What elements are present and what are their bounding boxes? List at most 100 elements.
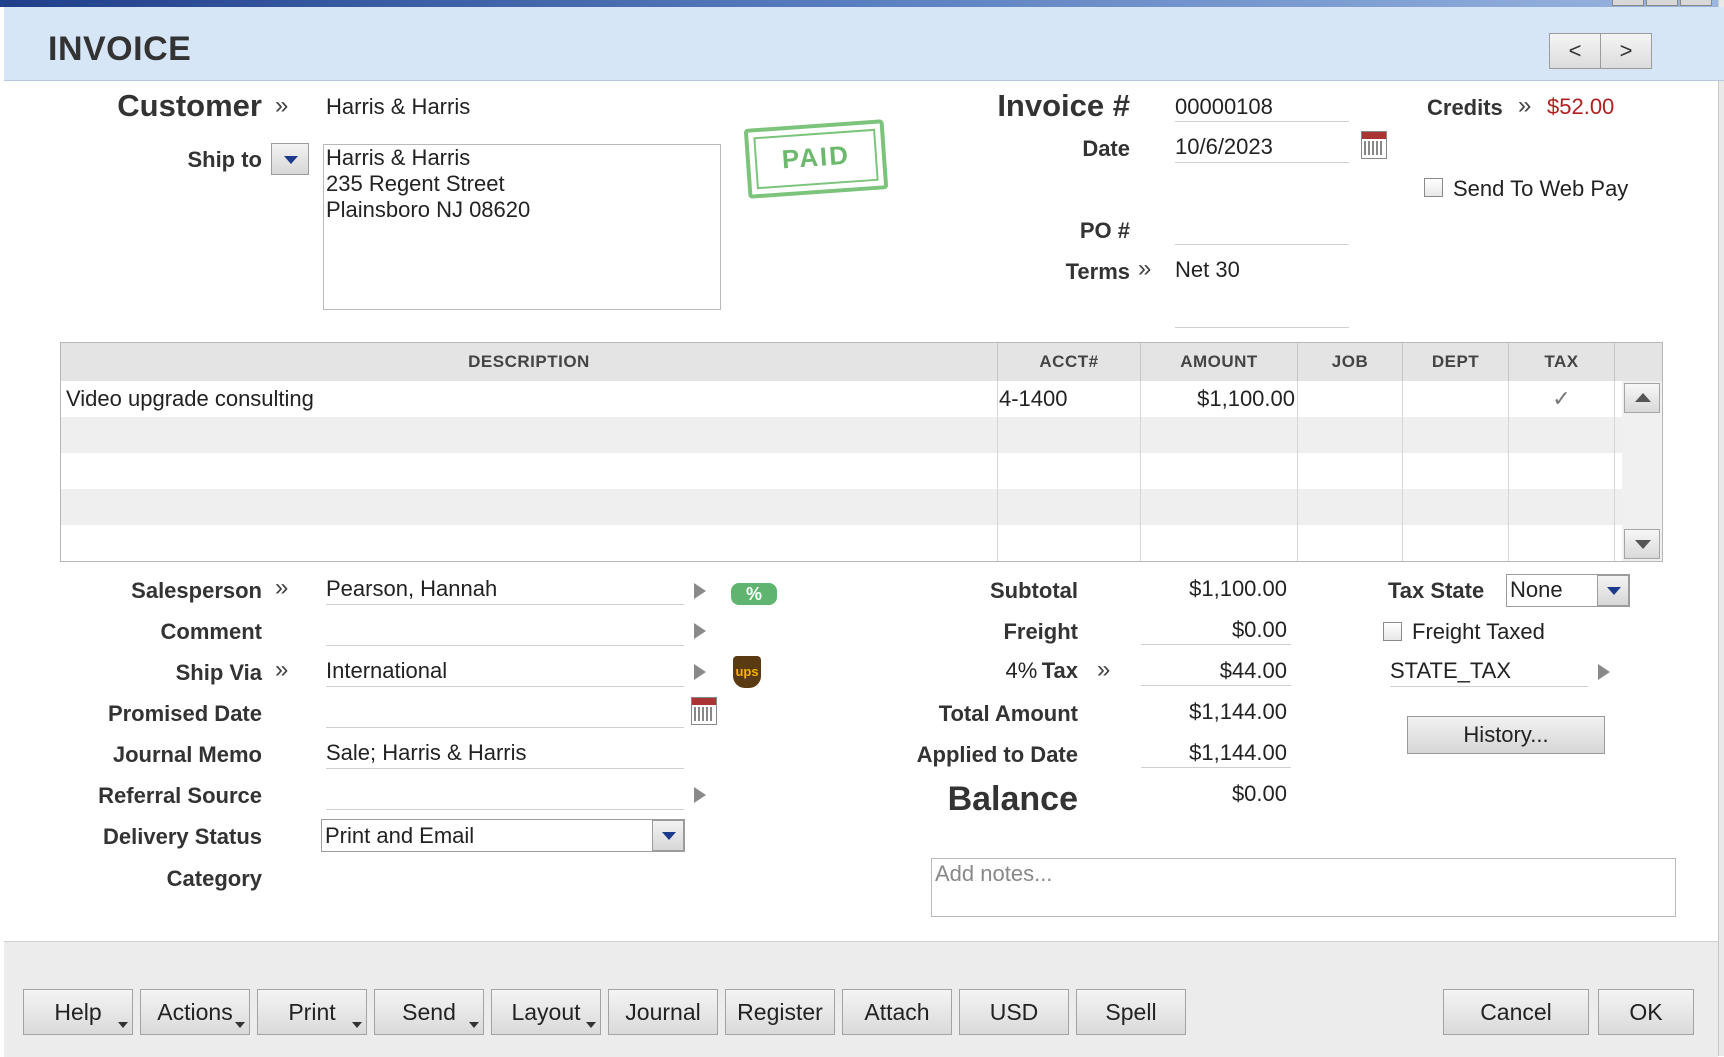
journal-button[interactable]: Journal	[608, 989, 718, 1035]
window-title-bar	[0, 0, 1724, 7]
salesperson-details-arrow-icon[interactable]	[694, 583, 706, 599]
cell-acct[interactable]: 4-1400	[998, 381, 1141, 417]
credits-lookup-icon[interactable]: »	[1518, 92, 1531, 120]
total-amount-value: $1,144.00	[1189, 699, 1287, 724]
page-title: INVOICE	[48, 30, 192, 68]
layout-button-label: Layout	[511, 999, 581, 1025]
cell-tax-check-icon[interactable]: ✓	[1509, 381, 1615, 417]
help-button-label: Help	[54, 999, 102, 1025]
total-amount-label: Total Amount	[938, 701, 1078, 726]
layout-menu-chevron-icon	[586, 1022, 596, 1028]
comment-field[interactable]	[326, 617, 684, 646]
ship-to-address-box[interactable]: Harris & Harris 235 Regent Street Plains…	[323, 144, 721, 310]
scroll-up-button[interactable]	[1624, 383, 1660, 413]
subtotal-label: Subtotal	[990, 578, 1078, 603]
tax-state-select[interactable]: None	[1506, 574, 1630, 607]
ship-via-lookup-icon[interactable]: »	[275, 656, 288, 684]
tax-state-value: None	[1510, 577, 1563, 602]
tax-state-dropdown-button[interactable]	[1597, 575, 1629, 606]
cell-dept[interactable]	[1403, 381, 1509, 417]
salesperson-field[interactable]: Pearson, Hannah	[326, 576, 684, 605]
freight-taxed-label: Freight Taxed	[1412, 619, 1545, 644]
cancel-button[interactable]: Cancel	[1443, 989, 1589, 1035]
register-button[interactable]: Register	[725, 989, 835, 1035]
tax-lookup-icon[interactable]: »	[1097, 656, 1110, 684]
date-field[interactable]: 10/6/2023	[1175, 134, 1349, 163]
promised-date-calendar-icon[interactable]	[691, 697, 717, 725]
delivery-status-dropdown-button[interactable]	[652, 820, 684, 851]
ship-via-field[interactable]: International	[326, 658, 684, 687]
invoice-number-field[interactable]: 00000108	[1175, 94, 1349, 122]
column-header-dept[interactable]: DEPT	[1403, 343, 1509, 381]
column-header-tax[interactable]: TAX	[1509, 343, 1615, 381]
layout-button[interactable]: Layout	[491, 989, 601, 1035]
comment-label: Comment	[160, 619, 262, 644]
currency-button[interactable]: USD	[959, 989, 1069, 1035]
freight-taxed-checkbox[interactable]	[1383, 622, 1402, 641]
cell-amount[interactable]: $1,100.00	[1141, 381, 1298, 417]
actions-button[interactable]: Actions	[140, 989, 250, 1035]
terms-lookup-icon[interactable]: »	[1138, 255, 1151, 283]
maximize-button[interactable]	[1646, 0, 1678, 6]
category-label: Category	[166, 866, 262, 891]
promised-date-label: Promised Date	[107, 701, 262, 726]
actions-button-label: Actions	[157, 999, 233, 1025]
column-header-description[interactable]: DESCRIPTION	[61, 343, 998, 381]
salesperson-lookup-icon[interactable]: »	[275, 574, 288, 602]
tax-rate: 4%	[1005, 658, 1038, 683]
comment-details-arrow-icon[interactable]	[694, 623, 706, 639]
ship-via-details-arrow-icon[interactable]	[694, 664, 706, 680]
delivery-status-select[interactable]: Print and Email	[321, 819, 685, 852]
ship-to-dropdown-button[interactable]	[271, 143, 309, 175]
referral-source-label: Referral Source	[98, 783, 262, 808]
referral-source-field[interactable]	[326, 781, 684, 810]
date-calendar-icon[interactable]	[1361, 131, 1387, 159]
terms-label: Terms	[1065, 259, 1130, 284]
table-row[interactable]	[61, 453, 1622, 489]
freight-field[interactable]: $0.00	[1141, 617, 1291, 645]
next-invoice-button[interactable]: >	[1600, 33, 1652, 69]
ok-button[interactable]: OK	[1598, 989, 1694, 1035]
print-button[interactable]: Print	[257, 989, 367, 1035]
attach-button[interactable]: Attach	[842, 989, 952, 1035]
table-row[interactable]	[61, 417, 1622, 453]
referral-source-details-arrow-icon[interactable]	[694, 787, 706, 803]
column-header-job[interactable]: JOB	[1298, 343, 1403, 381]
applied-to-date-field[interactable]: $1,144.00	[1141, 740, 1291, 768]
previous-invoice-button[interactable]: <	[1549, 33, 1601, 69]
po-number-field[interactable]	[1175, 216, 1349, 245]
cell-job[interactable]	[1298, 381, 1403, 417]
column-header-amount[interactable]: AMOUNT	[1141, 343, 1298, 381]
journal-memo-field[interactable]: Sale; Harris & Harris	[326, 740, 684, 769]
table-row[interactable]: Video upgrade consulting 4-1400 $1,100.0…	[61, 381, 1622, 417]
print-menu-chevron-icon	[352, 1022, 362, 1028]
scroll-down-button[interactable]	[1624, 529, 1660, 559]
column-header-acct[interactable]: ACCT#	[998, 343, 1141, 381]
close-window-button[interactable]	[1680, 0, 1712, 6]
grid-scrollbar[interactable]	[1622, 381, 1662, 561]
tax-code-field[interactable]: STATE_TAX	[1390, 658, 1588, 687]
tax-code-details-arrow-icon[interactable]	[1598, 664, 1610, 680]
ups-logo-icon[interactable]: ups	[733, 656, 761, 688]
commission-percent-icon[interactable]: %	[731, 583, 777, 605]
tax-label-group: 4% Tax	[1005, 658, 1078, 684]
help-button[interactable]: Help	[23, 989, 133, 1035]
minimize-button[interactable]	[1612, 0, 1644, 6]
delivery-status-label: Delivery Status	[103, 824, 262, 849]
table-row[interactable]	[61, 525, 1622, 561]
tax-field[interactable]: $44.00	[1141, 658, 1291, 686]
promised-date-field[interactable]	[326, 699, 684, 728]
customer-label: Customer	[117, 88, 262, 123]
spell-button[interactable]: Spell	[1076, 989, 1186, 1035]
terms-field[interactable]: Net 30	[1175, 257, 1240, 283]
customer-field[interactable]: Harris & Harris	[326, 94, 470, 120]
credits-label: Credits	[1427, 95, 1503, 120]
customer-lookup-icon[interactable]: »	[275, 92, 288, 120]
history-button[interactable]: History...	[1407, 716, 1605, 754]
send-button[interactable]: Send	[374, 989, 484, 1035]
notes-input[interactable]: Add notes...	[931, 858, 1676, 917]
table-row[interactable]	[61, 489, 1622, 525]
send-to-web-pay-checkbox[interactable]	[1424, 178, 1443, 197]
po-number-label: PO #	[1079, 218, 1130, 243]
cell-description[interactable]: Video upgrade consulting	[61, 381, 998, 417]
